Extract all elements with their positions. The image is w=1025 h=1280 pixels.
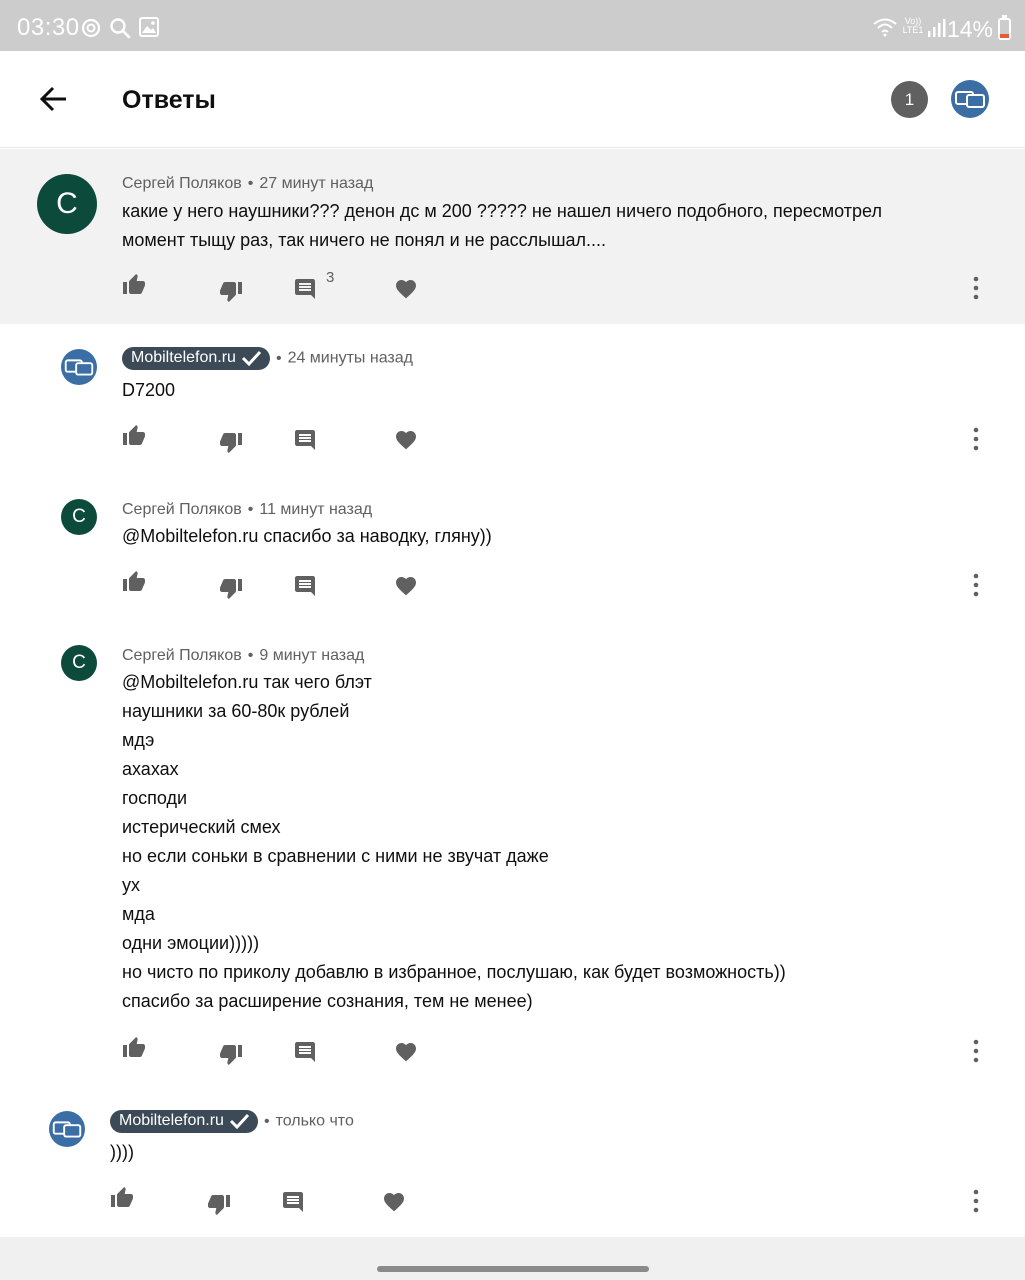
heart-icon[interactable] (382, 1190, 406, 1214)
reply-icon[interactable] (293, 428, 317, 452)
more-options-icon[interactable] (964, 426, 988, 452)
search-icon (110, 18, 131, 39)
channel-owner-badge[interactable]: Mobiltelefon.ru (122, 347, 270, 370)
reply-comment: С Сергей Поляков • 9 минут назад @Mobiltel… (0, 620, 1025, 1090)
comment-time: только что (275, 1112, 354, 1130)
more-options-icon[interactable] (964, 1188, 988, 1214)
more-options-icon[interactable] (964, 1038, 988, 1064)
author-name[interactable]: Сергей Поляков (122, 647, 242, 664)
reply-comment: Mobiltelefon.ru • только что )))) (0, 1090, 1025, 1237)
reply-comment: Mobiltelefon.ru • 24 минуты назад D7200 (0, 324, 1025, 474)
like-icon[interactable] (110, 1186, 134, 1210)
volte-label: Vo)) LTE1 (902, 16, 924, 35)
verified-check-icon (241, 350, 262, 366)
signal-icon (928, 19, 946, 37)
channel-owner-badge[interactable]: Mobiltelefon.ru (110, 1110, 258, 1133)
author-avatar[interactable]: С (61, 645, 97, 681)
battery-percent: 14% (946, 16, 993, 42)
comment-actions (122, 424, 1002, 454)
comment-time: 24 минуты назад (287, 349, 413, 367)
parent-comment: С Сергей Поляков • 27 минут назад какие у … (0, 149, 1025, 324)
more-options-icon[interactable] (964, 275, 988, 301)
reply-icon[interactable] (293, 277, 317, 301)
dislike-icon[interactable] (219, 1042, 243, 1066)
comment-actions (122, 1036, 1002, 1066)
comment-text: какие у него наушники??? денон дс м 200 … (122, 201, 882, 250)
heart-icon[interactable] (394, 574, 418, 598)
gesture-bar-area (0, 1237, 1025, 1280)
channel-avatar-icon[interactable] (951, 80, 989, 118)
comment-actions (122, 570, 1002, 600)
author-name: Mobiltelefon.ru (131, 349, 236, 366)
comment-actions: 3 (122, 269, 1002, 303)
author-avatar[interactable]: С (61, 499, 97, 535)
verified-check-icon (229, 1113, 250, 1129)
reply-icon[interactable] (281, 1190, 305, 1214)
wifi-icon (873, 18, 897, 37)
home-gesture-handle[interactable] (377, 1266, 649, 1272)
dislike-icon[interactable] (219, 576, 243, 600)
more-options-icon[interactable] (964, 572, 988, 598)
dislike-icon[interactable] (219, 279, 243, 303)
status-time: 03:30 (17, 14, 80, 41)
image-icon (139, 17, 159, 37)
author-avatar[interactable]: С (37, 174, 97, 234)
like-icon[interactable] (122, 273, 146, 297)
status-bar: 03:30 Vo)) LTE1 14% (0, 0, 1025, 51)
comment-text: D7200 (122, 380, 176, 400)
dislike-icon[interactable] (219, 430, 243, 454)
app-bar: Ответы 1 (0, 51, 1025, 148)
heart-icon[interactable] (394, 1040, 418, 1064)
reply-icon[interactable] (293, 574, 317, 598)
author-name: Mobiltelefon.ru (119, 1112, 224, 1129)
comment-meta: Сергей Поляков • 9 минут назад (122, 647, 365, 664)
channel-avatar-icon[interactable] (61, 349, 97, 385)
heart-icon[interactable] (394, 277, 418, 301)
like-icon[interactable] (122, 424, 146, 448)
sync-icon (81, 18, 101, 38)
back-arrow-icon[interactable] (38, 83, 70, 115)
comment-text: @Mobiltelefon.ru спасибо за наводку, гля… (122, 526, 492, 546)
comment-text: )))) (110, 1142, 134, 1162)
comment-time: 9 минут назад (259, 647, 365, 664)
comment-meta: Mobiltelefon.ru • только что (110, 1110, 354, 1133)
reply-count[interactable]: 3 (326, 269, 334, 286)
like-icon[interactable] (122, 1036, 146, 1060)
like-icon[interactable] (122, 570, 146, 594)
comment-meta: Сергей Поляков • 11 минут назад (122, 501, 373, 518)
reply-comment: С Сергей Поляков • 11 минут назад @Mobilte… (0, 474, 1025, 620)
comment-time: 27 минут назад (259, 175, 374, 192)
comment-time: 11 минут назад (259, 501, 373, 518)
page-title: Ответы (122, 86, 216, 114)
dislike-icon[interactable] (207, 1192, 231, 1216)
comment-actions (110, 1186, 1002, 1216)
heart-icon[interactable] (394, 428, 418, 452)
author-name[interactable]: Сергей Поляков (122, 501, 242, 518)
author-name[interactable]: Сергей Поляков (122, 175, 242, 192)
notification-counter[interactable]: 1 (891, 81, 928, 118)
channel-avatar-icon[interactable] (49, 1111, 85, 1147)
battery-icon (998, 15, 1011, 40)
comment-meta: Сергей Поляков • 27 минут назад (122, 175, 374, 192)
reply-icon[interactable] (293, 1040, 317, 1064)
comment-text: @Mobiltelefon.ru так чего блэт наушники … (122, 672, 786, 1011)
comment-meta: Mobiltelefon.ru • 24 минуты назад (122, 347, 413, 370)
